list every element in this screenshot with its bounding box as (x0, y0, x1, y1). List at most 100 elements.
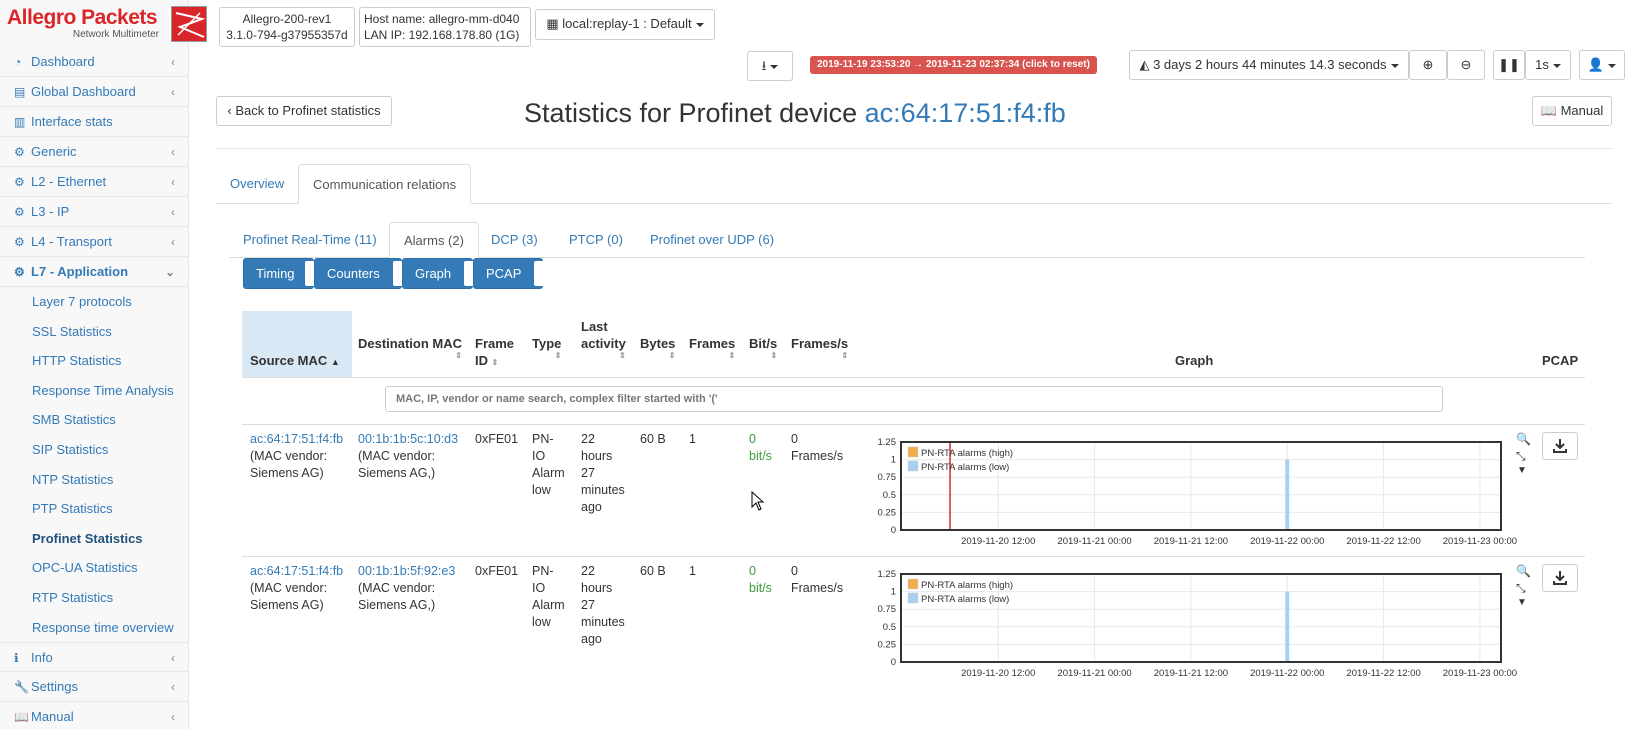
sidebar-item-l2-ethernet[interactable]: ⚙ L2 - Ethernet ‹ (0, 167, 189, 197)
sidebar-subitem-rtp[interactable]: RTP Statistics (0, 583, 189, 613)
device-info-box: Allegro-200-rev1 3.1.0-794-g37955357d (219, 7, 355, 47)
tab-overview[interactable]: Overview (216, 164, 298, 204)
chevron-down-icon: ⌄ (164, 265, 175, 279)
subtab-dcp[interactable]: DCP (3) (477, 222, 552, 258)
zoom-out-icon: ⊖ (1460, 57, 1472, 72)
caret-down-icon[interactable]: ▼ (1517, 465, 1527, 476)
dest-mac-link[interactable]: 00:1b:1b:5c:10:d3 (358, 431, 458, 448)
type-text: Alarm (532, 466, 565, 480)
toggle-graph-button[interactable]: Graph (402, 258, 474, 289)
sidebar-item-label: Settings (31, 679, 78, 695)
sidebar-subitem-profinet[interactable]: Profinet Statistics (0, 524, 189, 554)
source-mac-link[interactable]: ac:64:17:51:f4:fb (250, 431, 343, 448)
x-tick-label: 2019-11-21 00:00 (1057, 536, 1131, 547)
legend-swatch (907, 446, 919, 458)
zoom-in-button[interactable]: ⊕ (1409, 50, 1447, 80)
pause-icon: ❚❚ (1498, 57, 1520, 72)
column-header-frames[interactable]: Frames ⇕ (689, 335, 735, 360)
caret-down-icon (1608, 63, 1617, 68)
compress-icon[interactable]: ⤡ (1516, 449, 1526, 464)
type-text: PN- (532, 564, 554, 578)
toggle-indicator (534, 261, 544, 286)
column-header-label: Type (532, 336, 562, 351)
sidebar-subitem-response-time-overview[interactable]: Response time overview (0, 613, 189, 643)
vendor-text: Siemens AG) (250, 466, 324, 480)
pcap-download-button[interactable] (1542, 564, 1578, 592)
toggle-counters-button[interactable]: Counters (314, 258, 403, 289)
sidebar-item-generic[interactable]: ⚙ Generic ‹ (0, 137, 189, 167)
column-header-type[interactable]: Type ⇕ (532, 335, 561, 360)
interval-select[interactable]: 1s (1525, 50, 1571, 80)
download-icon (1553, 571, 1567, 585)
gear-icon: ⚙ (14, 175, 25, 189)
subtab-ptcp[interactable]: PTCP (0) (555, 222, 637, 258)
sidebar-subitem-ptp[interactable]: PTP Statistics (0, 494, 189, 524)
compress-icon[interactable]: ⤡ (1516, 581, 1526, 596)
column-header-frame-id[interactable]: Frame ID ⇕ (475, 335, 514, 371)
toggle-pcap-button[interactable]: PCAP (473, 258, 544, 289)
sidebar-item-l3-ip[interactable]: ⚙ L3 - IP ‹ (0, 197, 189, 227)
column-header-frames-s[interactable]: Frames/s ⇕ (791, 335, 848, 360)
bits-cell: 0 bit/s (749, 563, 772, 597)
column-header-last-activity[interactable]: Last activity ⇕ (581, 318, 626, 360)
user-menu-button[interactable]: 👤 (1579, 50, 1625, 80)
brand-logo[interactable]: Allegro Packets Network Multimeter (7, 5, 159, 40)
activity-text: ago (581, 500, 602, 514)
zoom-out-button[interactable]: ⊖ (1447, 50, 1485, 80)
toggle-timing-button[interactable]: Timing (243, 258, 315, 289)
sidebar-subitem-smb[interactable]: SMB Statistics (0, 405, 189, 435)
legend-swatch (907, 578, 919, 590)
sidebar-subitem-ssl[interactable]: SSL Statistics (0, 317, 189, 347)
time-range-reset-badge[interactable]: 2019-11-19 23:53:20 → 2019-11-23 02:37:3… (810, 56, 1097, 74)
y-tick-label: 0.5 (883, 622, 896, 633)
sidebar-subitem-sip[interactable]: SIP Statistics (0, 435, 189, 465)
host-name: Host name: allegro-mm-d040 (364, 12, 520, 26)
sidebar-subitem-layer7[interactable]: Layer 7 protocols (0, 287, 189, 317)
sidebar-subitem-opc-ua[interactable]: OPC-UA Statistics (0, 553, 189, 583)
lan-ip: LAN IP: 192.168.178.80 (1G) (364, 28, 520, 42)
sidebar-item-info[interactable]: ℹ Info ‹ (0, 642, 189, 673)
toggle-pcap-label: PCAP (486, 266, 522, 281)
y-tick-label: 0 (891, 657, 896, 668)
sidebar-subitem-ntp[interactable]: NTP Statistics (0, 465, 189, 495)
caret-down-icon[interactable]: ▼ (1517, 597, 1527, 608)
chevron-left-icon: ‹ (171, 55, 175, 69)
sidebar-item-manual[interactable]: 📖 Manual ‹ (0, 702, 189, 729)
sidebar-item-interface-stats[interactable]: ▥ Interface stats (0, 107, 189, 137)
column-header-destination-mac[interactable]: Destination MAC ⇕ (358, 335, 462, 360)
column-header-bytes[interactable]: Bytes ⇕ (640, 335, 675, 360)
pcap-download-button[interactable] (1542, 432, 1578, 460)
subtab-alarms[interactable]: Alarms (2) (389, 222, 479, 258)
dest-mac-link[interactable]: 00:1b:1b:5f:92:e3 (358, 563, 455, 580)
subtab-profinet-real-time[interactable]: Profinet Real-Time (11) (229, 222, 391, 258)
alarm-graph[interactable]: 2019-11-20 12:00 2019-11-21 00:00 2019-11-… (868, 564, 1528, 680)
column-header-bits[interactable]: Bit/s ⇕ (749, 335, 777, 360)
sidebar-item-label: Info (31, 650, 53, 666)
sidebar-item-settings[interactable]: 🔧 Settings ‹ (0, 672, 189, 703)
duration-select[interactable]: ◭ 3 days 2 hours 44 minutes 14.3 seconds (1129, 50, 1409, 80)
replay-select[interactable]: ▦ local:replay-1 : Default (535, 9, 715, 40)
row-divider (242, 424, 1585, 425)
column-header-source-mac[interactable]: Source MAC ▲ (250, 352, 340, 371)
sidebar-item-l7-application[interactable]: ⚙ L7 - Application ⌄ (0, 257, 189, 287)
sidebar-item-l4-transport[interactable]: ⚙ L4 - Transport ‹ (0, 227, 189, 257)
manual-button[interactable]: 📖 Manual (1532, 96, 1612, 126)
search-input[interactable] (385, 386, 1443, 412)
x-tick-label: 2019-11-20 12:00 (961, 536, 1035, 547)
source-mac-link[interactable]: ac:64:17:51:f4:fb (250, 563, 343, 580)
alarm-graph[interactable]: 2019-11-20 12:00 2019-11-21 00:00 2019-11-… (868, 432, 1528, 548)
activity-text: 22 (581, 564, 595, 578)
subtab-profinet-over-udp[interactable]: Profinet over UDP (6) (636, 222, 788, 258)
sidebar-subitem-http[interactable]: HTTP Statistics (0, 346, 189, 376)
graph-zoom-icon[interactable]: 🔍 (1516, 564, 1531, 578)
tab-communication-relations[interactable]: Communication relations (298, 164, 472, 204)
graph-zoom-icon[interactable]: 🔍 (1516, 432, 1531, 446)
sidebar-subitem-response-time-analysis[interactable]: Response Time Analysis (0, 376, 189, 406)
sidebar-item-global-dashboard[interactable]: ▤ Global Dashboard ‹ (0, 77, 189, 107)
download-menu-button[interactable]: ⭳ (747, 51, 793, 81)
legend-label: PN-RTA alarms (low) (921, 462, 1009, 473)
pause-button[interactable]: ❚❚ (1493, 50, 1525, 80)
sidebar-item-dashboard[interactable]: ◔ Dashboard ‹ (0, 47, 189, 77)
page-title: Statistics for Profinet device ac:64:17:… (524, 98, 1066, 129)
back-to-profinet-button[interactable]: ‹ Back to Profinet statistics (216, 96, 392, 126)
